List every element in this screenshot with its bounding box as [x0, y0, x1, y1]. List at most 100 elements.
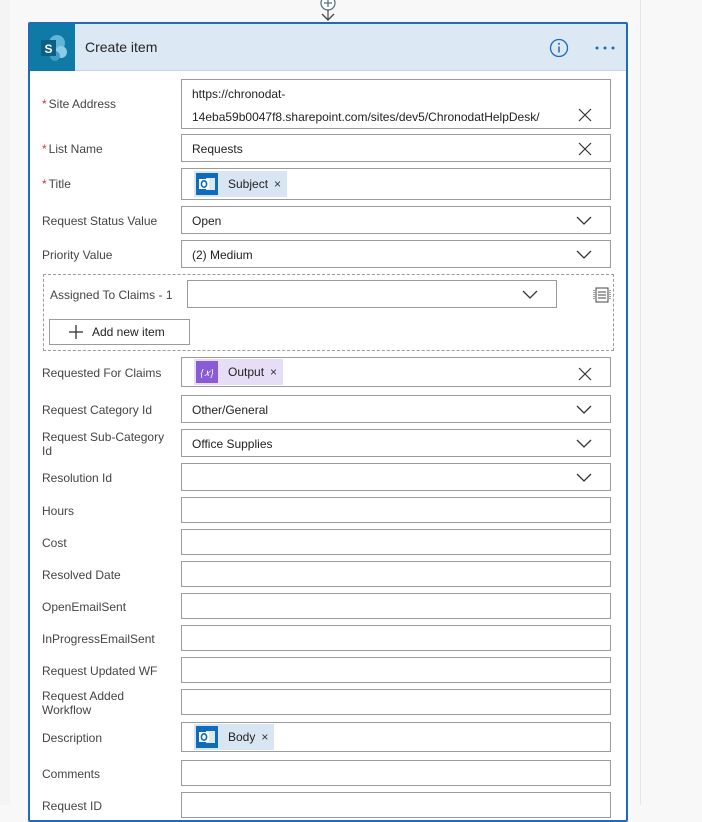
- remove-token-button[interactable]: ×: [274, 177, 281, 191]
- requested-for-row: Requested For Claims {𝑥} Output ×: [30, 357, 626, 387]
- assigned-to-label: Assigned To Claims - 1: [50, 288, 173, 302]
- title-label: * Title: [42, 177, 71, 191]
- site-address-label: * Site Address: [42, 97, 117, 111]
- list-name-label: * List Name: [42, 142, 103, 156]
- hours-input[interactable]: [181, 497, 611, 523]
- request-id-row: Request ID: [30, 792, 626, 818]
- request-subcategory-row: Request Sub-Category Id Office Supplies: [30, 429, 626, 458]
- resolved-date-label: Resolved Date: [42, 568, 121, 582]
- in-progress-email-sent-row: InProgressEmailSent: [30, 625, 626, 651]
- create-item-card: S Create item * Site Address https://chro…: [28, 22, 628, 822]
- chevron-down-icon[interactable]: [576, 439, 592, 449]
- request-category-row: Request Category Id Other/General: [30, 395, 626, 423]
- title-field[interactable]: Subject ×: [181, 168, 611, 200]
- request-subcategory-dropdown[interactable]: Office Supplies: [181, 429, 611, 457]
- dynamic-content-token[interactable]: {𝑥} Output ×: [194, 359, 284, 385]
- card-title: Create item: [85, 39, 158, 55]
- request-added-workflow-row: Request Added Workflow: [30, 689, 626, 717]
- remove-token-button[interactable]: ×: [270, 365, 277, 379]
- clear-icon[interactable]: [578, 108, 592, 122]
- card-header[interactable]: S Create item: [30, 24, 626, 71]
- site-address-field[interactable]: https://chronodat- 14eba59b0047f8.sharep…: [181, 79, 611, 129]
- title-row: * Title Subject ×: [30, 168, 626, 200]
- dynamic-content-token[interactable]: Subject ×: [194, 171, 288, 197]
- outlook-icon: [196, 726, 218, 748]
- remove-token-button[interactable]: ×: [261, 730, 268, 744]
- assigned-to-dropdown[interactable]: [187, 280, 557, 308]
- chevron-down-icon[interactable]: [576, 250, 592, 260]
- request-subcategory-label: Request Sub-Category Id: [42, 430, 165, 458]
- hours-label: Hours: [42, 504, 75, 518]
- dynamic-content-token[interactable]: Body ×: [194, 724, 275, 750]
- site-address-value-line2: 14eba59b0047f8.sharepoint.com/sites/dev5…: [192, 110, 540, 124]
- cost-row: Cost: [30, 529, 626, 555]
- expression-icon: {𝑥}: [196, 361, 218, 383]
- svg-text:{𝑥}: {𝑥}: [200, 368, 214, 379]
- request-added-workflow-label: Request Added Workflow: [42, 689, 125, 717]
- clear-icon[interactable]: [578, 367, 592, 381]
- requested-for-label: Requested For Claims: [42, 366, 162, 380]
- resolution-label: Resolution Id: [42, 471, 113, 485]
- request-category-label: Request Category Id: [42, 403, 153, 417]
- info-icon[interactable]: [549, 38, 569, 58]
- request-status-value: Open: [192, 214, 222, 228]
- request-category-value: Other/General: [192, 403, 269, 417]
- comments-row: Comments: [30, 760, 626, 786]
- site-address-row: * Site Address https://chronodat- 14eba59…: [30, 79, 626, 129]
- list-name-row: * List Name Requests: [30, 134, 626, 162]
- open-email-sent-label: OpenEmailSent: [42, 600, 127, 614]
- request-category-dropdown[interactable]: Other/General: [181, 395, 611, 423]
- resolution-row: Resolution Id: [30, 463, 626, 491]
- chevron-down-icon[interactable]: [522, 290, 538, 300]
- site-address-value-line1: https://chronodat-: [192, 87, 286, 101]
- request-updated-wf-input[interactable]: [181, 657, 611, 683]
- sharepoint-icon: S: [30, 24, 75, 71]
- request-id-label: Request ID: [42, 799, 103, 813]
- token-label: Body: [228, 730, 256, 744]
- assigned-to-claims-array: Assigned To Claims - 1 Add new item: [43, 274, 614, 351]
- svg-text:S: S: [44, 42, 52, 56]
- list-name-field[interactable]: Requests: [181, 134, 611, 162]
- priority-row: Priority Value (2) Medium: [30, 240, 626, 268]
- chevron-down-icon[interactable]: [576, 405, 592, 415]
- request-added-workflow-input[interactable]: [181, 689, 611, 715]
- priority-value: (2) Medium: [192, 248, 253, 262]
- description-row: Description Body ×: [30, 722, 626, 752]
- request-updated-wf-label: Request Updated WF: [42, 664, 158, 678]
- priority-label: Priority Value: [42, 248, 113, 262]
- token-label: Output: [228, 365, 265, 379]
- requested-for-field[interactable]: {𝑥} Output ×: [181, 357, 611, 387]
- cost-label: Cost: [42, 536, 67, 550]
- canvas-left-margin: [0, 0, 10, 805]
- open-email-sent-row: OpenEmailSent: [30, 593, 626, 619]
- request-updated-wf-row: Request Updated WF: [30, 657, 626, 683]
- switch-to-array-input-icon[interactable]: [593, 286, 611, 304]
- request-status-dropdown[interactable]: Open: [181, 206, 611, 234]
- request-status-row: Request Status Value Open: [30, 206, 626, 234]
- in-progress-email-sent-input[interactable]: [181, 625, 611, 651]
- list-name-value: Requests: [192, 142, 243, 156]
- resolved-date-input[interactable]: [181, 561, 611, 587]
- resolved-date-row: Resolved Date: [30, 561, 626, 587]
- request-subcategory-value: Office Supplies: [192, 437, 273, 451]
- request-id-input[interactable]: [181, 792, 611, 818]
- comments-label: Comments: [42, 767, 101, 781]
- add-step-connector-icon[interactable]: [319, 0, 337, 22]
- hours-row: Hours: [30, 497, 626, 523]
- open-email-sent-input[interactable]: [181, 593, 611, 619]
- outlook-icon: [196, 173, 218, 195]
- priority-dropdown[interactable]: (2) Medium: [181, 240, 611, 268]
- clear-icon[interactable]: [578, 142, 592, 156]
- token-label: Subject: [228, 177, 269, 191]
- more-options-icon[interactable]: [593, 38, 617, 58]
- add-new-item-label: Add new item: [92, 325, 165, 339]
- chevron-down-icon[interactable]: [576, 216, 592, 226]
- plus-icon: [69, 325, 83, 339]
- chevron-down-icon[interactable]: [576, 473, 592, 483]
- description-field[interactable]: Body ×: [181, 722, 611, 752]
- resolution-dropdown[interactable]: [181, 463, 611, 491]
- add-new-item-button[interactable]: Add new item: [49, 319, 190, 345]
- request-status-label: Request Status Value: [42, 214, 158, 228]
- cost-input[interactable]: [181, 529, 611, 555]
- comments-input[interactable]: [181, 760, 611, 786]
